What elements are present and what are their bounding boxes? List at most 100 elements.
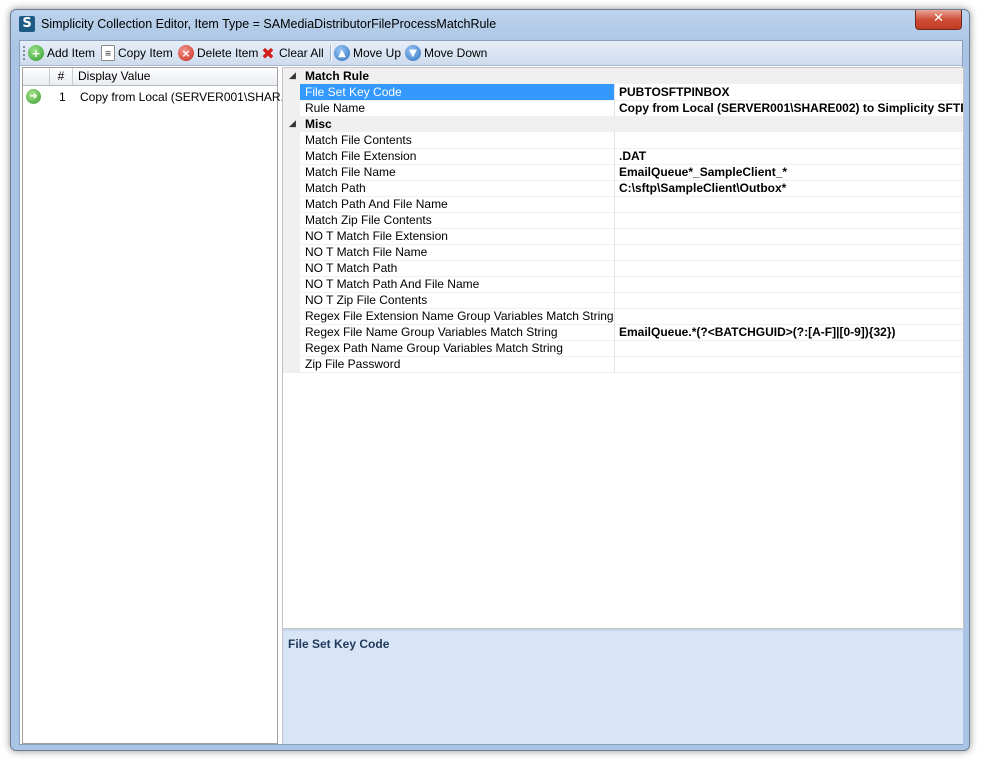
help-title: File Set Key Code — [288, 637, 390, 651]
property-name: NO T Match Path And File Name — [300, 276, 615, 292]
list-header: # Display Value — [23, 68, 277, 86]
collapse-icon[interactable]: ◢ — [289, 68, 296, 84]
row-margin — [283, 228, 300, 244]
item-list[interactable]: # Display Value ➜ 1 Copy from Local (SER… — [22, 67, 291, 744]
property-row[interactable]: Match File Name EmailQueue*_SampleClient_… — [283, 164, 963, 181]
row-margin — [283, 260, 300, 276]
row-margin — [283, 212, 300, 228]
property-name: File Set Key Code — [300, 84, 615, 100]
row-margin — [283, 132, 300, 148]
property-row[interactable]: Match Path And File Name — [283, 196, 963, 213]
copy-item-label: Copy Item — [118, 46, 173, 60]
property-row[interactable]: Regex File Name Group Variables Match St… — [283, 324, 963, 341]
row-margin — [283, 308, 300, 324]
property-row[interactable]: File Set Key Code PUBTOSFTPINBOX — [283, 84, 963, 101]
property-name: Rule Name — [300, 100, 615, 116]
property-value[interactable] — [616, 132, 963, 148]
property-value[interactable] — [616, 308, 963, 324]
arrow-down-icon: ▼ — [405, 45, 421, 61]
title-bar[interactable]: S Simplicity Collection Editor, Item Typ… — [11, 10, 969, 40]
move-down-button[interactable]: ▼ Move Down — [405, 44, 487, 62]
property-row[interactable]: Match File Extension .DAT — [283, 148, 963, 165]
property-name: Regex Path Name Group Variables Match St… — [300, 340, 615, 356]
property-row[interactable]: NO T Match File Name — [283, 244, 963, 261]
property-name: NO T Match Path — [300, 260, 615, 276]
toolbar-grip[interactable] — [23, 46, 25, 60]
column-header-display-value[interactable]: Display Value — [73, 68, 276, 85]
property-value[interactable]: EmailQueue.*(?<BATCHGUID>(?:[A-F]|[0-9])… — [616, 324, 963, 340]
move-up-button[interactable]: ▲ Move Up — [334, 44, 401, 62]
property-grid[interactable]: ◢ Match Rule File Set Key Code PUBTOSFTP… — [282, 67, 964, 629]
collection-editor-window: S Simplicity Collection Editor, Item Typ… — [10, 9, 970, 751]
property-name: Regex File Name Group Variables Match St… — [300, 324, 615, 340]
column-header-number[interactable]: # — [50, 68, 73, 85]
delete-item-button[interactable]: × Delete Item — [178, 44, 258, 62]
category-misc[interactable]: ◢ Misc — [283, 116, 963, 132]
app-icon: S — [19, 16, 35, 32]
property-value[interactable] — [616, 212, 963, 228]
category-label: Match Rule — [305, 69, 370, 83]
add-item-label: Add Item — [47, 46, 96, 60]
clear-all-button[interactable]: ✖ Clear All — [260, 44, 323, 63]
move-down-label: Move Down — [424, 46, 488, 60]
property-row[interactable]: Regex File Extension Name Group Variable… — [283, 308, 963, 325]
property-value[interactable] — [616, 260, 963, 276]
toolbar-separator — [330, 45, 332, 61]
property-value[interactable] — [616, 356, 963, 372]
row-margin — [283, 244, 300, 260]
property-help-panel: File Set Key Code — [282, 629, 963, 744]
property-value[interactable]: Copy from Local (SERVER001\SHARE002) to … — [616, 100, 963, 116]
property-value[interactable] — [616, 228, 963, 244]
row-margin — [283, 164, 300, 180]
property-value[interactable]: EmailQueue*_SampleClient_* — [616, 164, 963, 180]
property-row[interactable]: Rule Name Copy from Local (SERVER001\SHA… — [283, 100, 963, 117]
move-up-label: Move Up — [353, 46, 402, 60]
property-value[interactable] — [616, 276, 963, 292]
row-margin — [283, 180, 300, 196]
property-row[interactable]: NO T Match Path And File Name — [283, 276, 963, 293]
property-value[interactable]: .DAT — [616, 148, 963, 164]
current-row-arrow-icon: ➜ — [26, 89, 41, 104]
property-row[interactable]: Match Path C:\sftp\SampleClient\Outbox* — [283, 180, 963, 197]
list-item[interactable]: ➜ 1 Copy from Local (SERVER001\SHAR... — [23, 86, 291, 107]
add-item-button[interactable]: + Add Item — [28, 44, 95, 62]
row-margin — [283, 292, 300, 308]
category-label: Misc — [305, 117, 332, 131]
close-button[interactable]: ✕ — [915, 10, 962, 30]
toolbar: + Add Item ≡ Copy Item × Delete Item ✖ C… — [20, 41, 962, 66]
copy-item-button[interactable]: ≡ Copy Item — [101, 44, 173, 62]
property-value[interactable] — [616, 340, 963, 356]
category-match-rule[interactable]: ◢ Match Rule — [283, 68, 963, 84]
row-margin — [283, 356, 300, 372]
row-margin — [283, 324, 300, 340]
property-row[interactable]: Match Zip File Contents — [283, 212, 963, 229]
close-icon: ✕ — [933, 11, 944, 26]
row-margin — [283, 100, 300, 116]
row-margin — [283, 196, 300, 212]
copy-icon: ≡ — [101, 45, 115, 61]
property-value[interactable] — [616, 196, 963, 212]
property-row[interactable]: Regex Path Name Group Variables Match St… — [283, 340, 963, 357]
collapse-icon[interactable]: ◢ — [289, 116, 296, 132]
delete-item-label: Delete Item — [197, 46, 259, 60]
list-item-display-value: Copy from Local (SERVER001\SHAR... — [80, 90, 291, 104]
property-value[interactable]: C:\sftp\SampleClient\Outbox* — [616, 180, 963, 196]
row-margin — [283, 84, 300, 100]
row-margin — [283, 340, 300, 356]
property-row[interactable]: NO T Zip File Contents — [283, 292, 963, 309]
property-name: Regex File Extension Name Group Variable… — [300, 308, 615, 324]
property-row[interactable]: Zip File Password — [283, 356, 963, 373]
property-value[interactable]: PUBTOSFTPINBOX — [616, 84, 963, 100]
property-row[interactable]: Match File Contents — [283, 132, 963, 149]
property-value[interactable] — [616, 292, 963, 308]
arrow-up-icon: ▲ — [334, 45, 350, 61]
property-row[interactable]: NO T Match Path — [283, 260, 963, 277]
property-name: Match Path — [300, 180, 615, 196]
property-row[interactable]: NO T Match File Extension — [283, 228, 963, 245]
property-name: Match File Name — [300, 164, 615, 180]
property-name: NO T Match File Name — [300, 244, 615, 260]
property-name: Match File Extension — [300, 148, 615, 164]
column-header-indicator[interactable] — [23, 68, 50, 85]
property-value[interactable] — [616, 244, 963, 260]
property-name: Match Zip File Contents — [300, 212, 615, 228]
